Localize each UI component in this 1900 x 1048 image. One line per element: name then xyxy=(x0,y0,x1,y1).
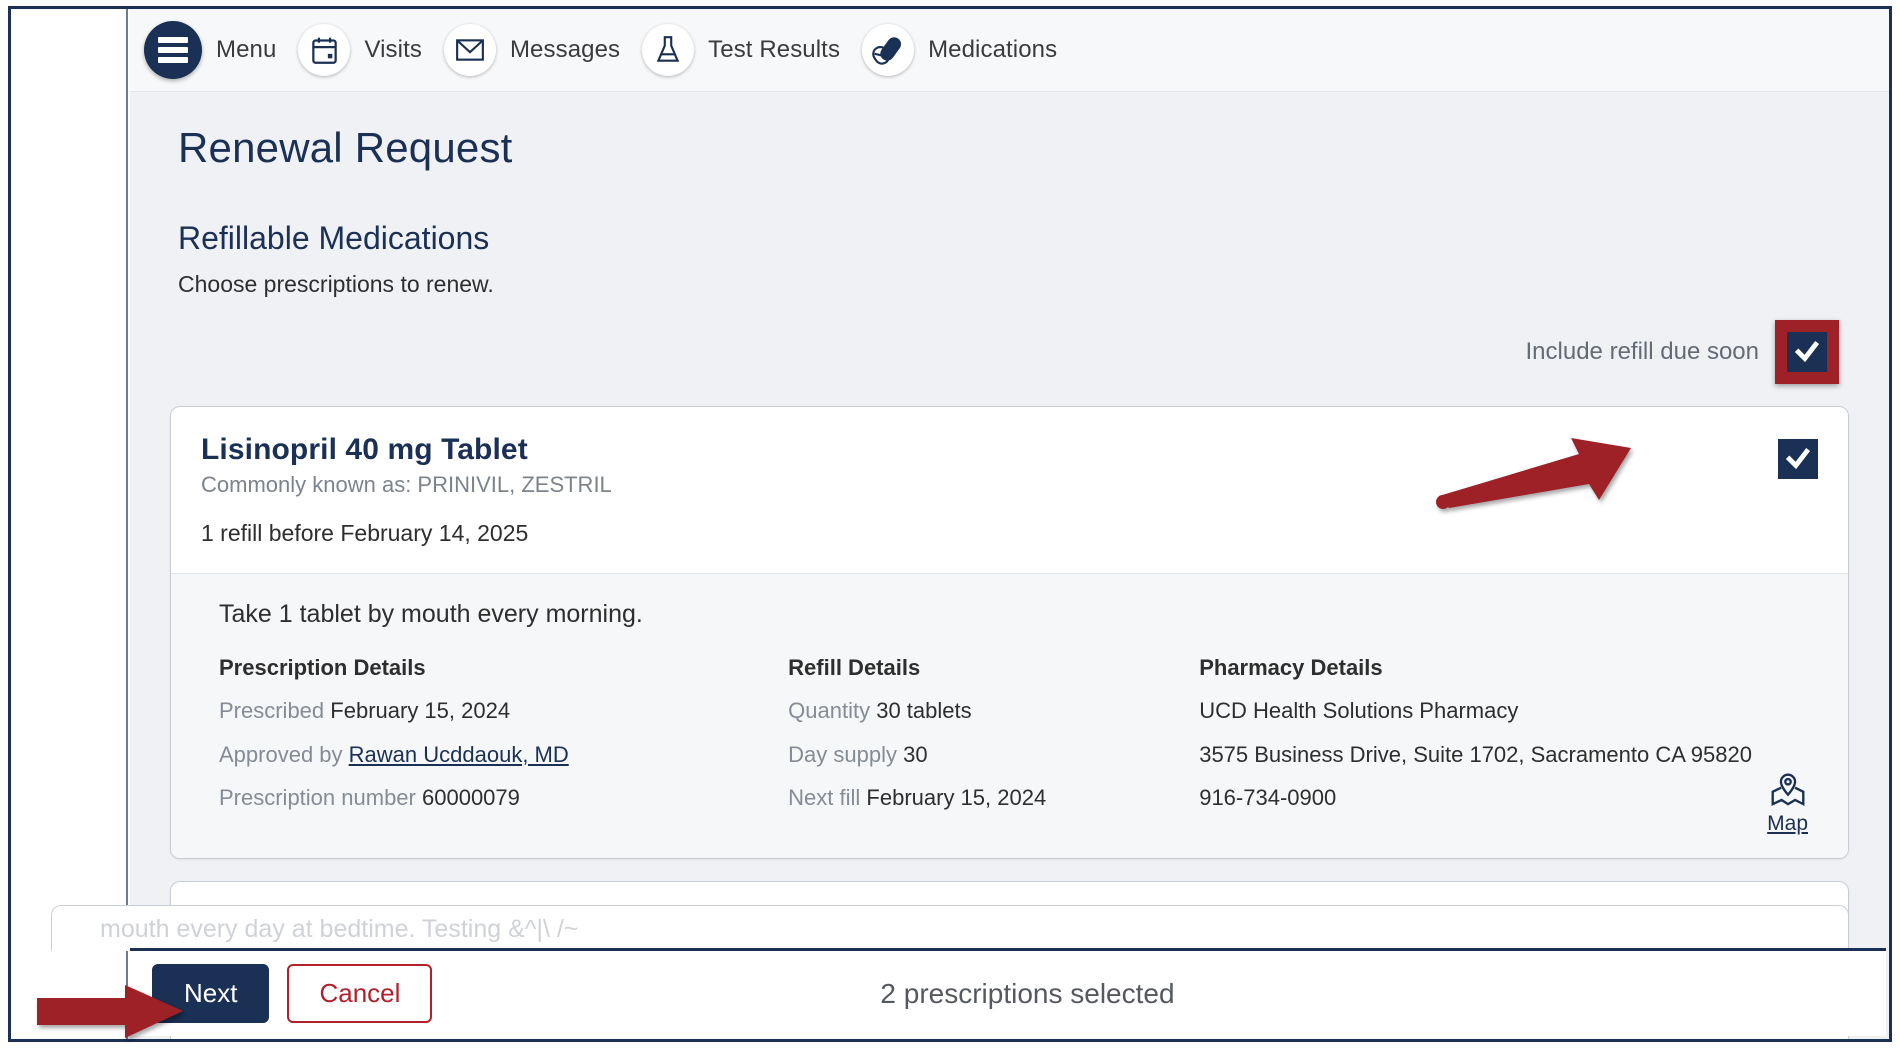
medication-name: Metoprolol Succinate 50 mg SR Tablet xyxy=(201,908,1778,942)
quantity-value: 30 tablets xyxy=(876,698,971,723)
next-fill-label: Next fill xyxy=(788,785,860,810)
nav-item-medications[interactable]: Medications xyxy=(858,9,1075,91)
next-fill-value: February 15, 2024 xyxy=(866,785,1046,810)
quantity-row: Quantity 30 tablets xyxy=(788,697,1199,741)
day-supply-value: 30 xyxy=(903,742,927,767)
flask-icon[interactable] xyxy=(642,24,694,76)
medication-name: Lisinopril 40 mg Tablet xyxy=(201,433,1778,467)
include-refill-due-soon-label: Include refill due soon xyxy=(1526,338,1759,366)
include-refill-due-soon-checkbox[interactable] xyxy=(1787,332,1827,372)
next-button[interactable]: Next xyxy=(152,964,269,1023)
nav-item-visits[interactable]: Visits xyxy=(294,9,440,91)
check-icon xyxy=(1785,446,1811,472)
refill-details-heading: Refill Details xyxy=(788,655,1199,697)
prescription-number-value: 60000079 xyxy=(422,785,520,810)
day-supply-label: Day supply xyxy=(788,742,897,767)
medication-details-panel: Take 1 tablet by mouth every morning. Pr… xyxy=(171,573,1848,858)
pills-icon[interactable] xyxy=(862,24,914,76)
refill-details-column: Refill Details Quantity 30 tablets Day s… xyxy=(788,655,1199,828)
highlight-annotation-box xyxy=(1775,320,1839,384)
medication-select-checkbox[interactable] xyxy=(1778,439,1818,479)
left-rail xyxy=(11,9,128,1039)
nav-item-messages[interactable]: Messages xyxy=(440,9,638,91)
medication-alias: Commonly known as: PRINIVIL, ZESTRIL xyxy=(201,467,1778,498)
nav-label-messages: Messages xyxy=(510,36,620,64)
next-fill-row: Next fill February 15, 2024 xyxy=(788,784,1199,828)
medication-summary: Lisinopril 40 mg Tablet Commonly known a… xyxy=(201,433,1778,547)
selected-count-text: 2 prescriptions selected xyxy=(880,978,1174,1010)
medication-card-header: Lisinopril 40 mg Tablet Commonly known a… xyxy=(171,407,1848,573)
quantity-label: Quantity xyxy=(788,698,870,723)
include-refill-due-soon-row: Include refill due soon xyxy=(170,298,1849,384)
prescribed-label: Prescribed xyxy=(219,698,324,723)
page-title: Renewal Request xyxy=(170,92,1849,172)
nav-label-menu: Menu xyxy=(216,36,276,64)
prescription-details-column: Prescription Details Prescribed February… xyxy=(219,655,788,828)
approved-by-label: Approved by xyxy=(219,742,343,767)
medication-refill-note: 1 refill before February 14, 2025 xyxy=(201,498,1778,547)
app-container: Menu Visits xyxy=(130,9,1889,1039)
medication-sig: Take 1 tablet by mouth every morning. xyxy=(219,600,1800,655)
prescription-number-label: Prescription number xyxy=(219,785,416,810)
prescribed-value: February 15, 2024 xyxy=(330,698,510,723)
medication-card[interactable]: Lisinopril 40 mg Tablet Commonly known a… xyxy=(170,406,1849,859)
calendar-icon[interactable] xyxy=(298,24,350,76)
prescribed-row: Prescribed February 15, 2024 xyxy=(219,697,788,741)
cancel-button[interactable]: Cancel xyxy=(287,964,432,1023)
approved-by-row: Approved by Rawan Ucddaouk, MD xyxy=(219,741,788,785)
pharmacy-details-heading: Pharmacy Details xyxy=(1199,655,1800,697)
medication-detail-columns: Prescription Details Prescribed February… xyxy=(219,655,1800,828)
browser-page-frame: Menu Visits xyxy=(8,6,1892,1042)
map-label: Map xyxy=(1767,812,1808,836)
nav-label-medications: Medications xyxy=(928,36,1057,64)
map-button[interactable]: Map xyxy=(1767,770,1808,836)
section-subtitle: Choose prescriptions to renew. xyxy=(170,257,1849,298)
section-title: Refillable Medications xyxy=(170,172,1849,257)
map-pin-icon xyxy=(1768,770,1808,810)
nav-label-test-results: Test Results xyxy=(708,36,840,64)
envelope-icon[interactable] xyxy=(444,24,496,76)
nav-label-visits: Visits xyxy=(364,36,422,64)
provider-link[interactable]: Rawan Ucddaouk, MD xyxy=(349,742,569,767)
day-supply-row: Day supply 30 xyxy=(788,741,1199,785)
check-icon xyxy=(1794,339,1820,365)
top-navigation-bar: Menu Visits xyxy=(130,9,1889,92)
prescription-details-heading: Prescription Details xyxy=(219,655,788,697)
pharmacy-name: UCD Health Solutions Pharmacy xyxy=(1199,697,1800,741)
nav-item-test-results[interactable]: Test Results xyxy=(638,9,858,91)
pharmacy-phone: 916-734-0900 xyxy=(1199,784,1800,828)
pharmacy-details-column: Pharmacy Details UCD Health Solutions Ph… xyxy=(1199,655,1800,828)
hamburger-menu-icon[interactable] xyxy=(144,21,202,79)
pharmacy-address: 3575 Business Drive, Suite 1702, Sacrame… xyxy=(1199,741,1800,785)
prescription-number-row: Prescription number 60000079 xyxy=(219,784,788,828)
bottom-action-bar: Next Cancel 2 prescriptions selected xyxy=(130,948,1886,1036)
main-content: Renewal Request Refillable Medications C… xyxy=(130,92,1889,1039)
nav-item-menu[interactable]: Menu xyxy=(140,9,294,91)
